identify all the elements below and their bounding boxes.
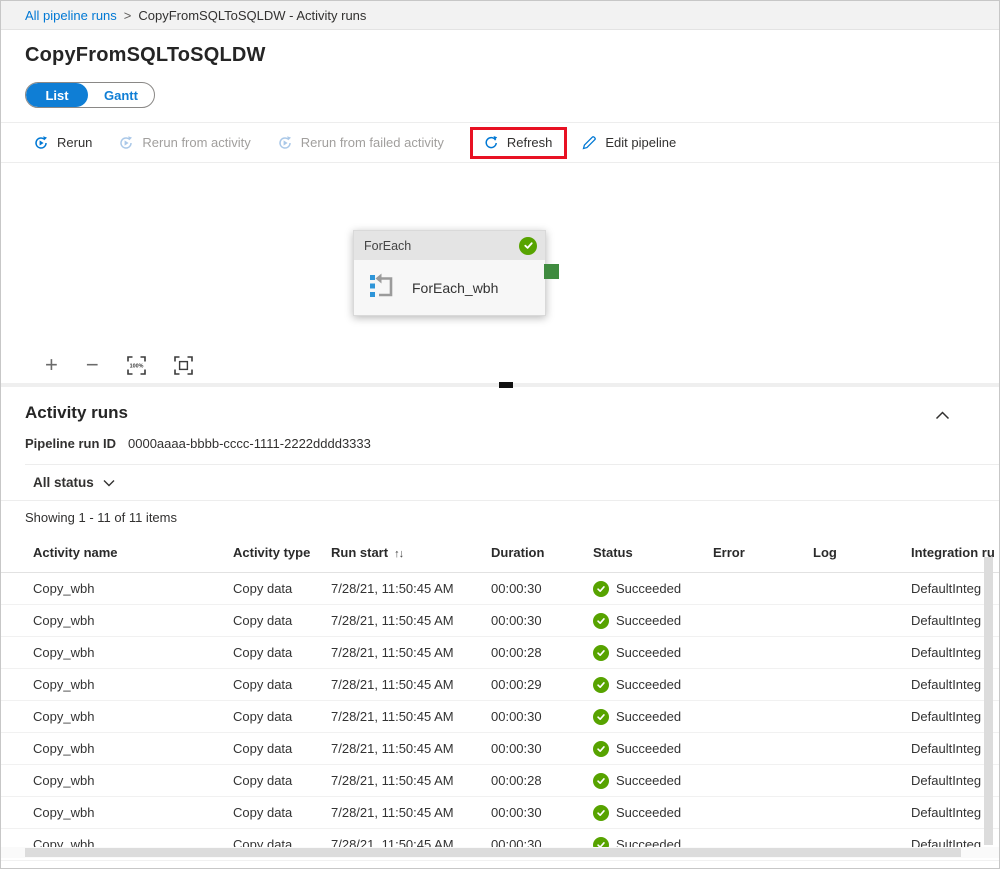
toggle-gantt[interactable]: Gantt (88, 83, 154, 107)
minus-icon: − (86, 354, 99, 376)
node-success-check-icon (519, 237, 537, 255)
zoom-to-fit-icon (174, 356, 193, 375)
breadcrumb-current: CopyFromSQLToSQLDW - Activity runs (138, 8, 366, 23)
succeeded-check-icon (593, 613, 609, 629)
view-toggle: List Gantt (25, 82, 155, 108)
activity-runs-page: All pipeline runs > CopyFromSQLToSQLDW -… (0, 0, 1000, 869)
table-vertical-scrollbar[interactable] (984, 557, 993, 845)
table-row[interactable]: Copy_wbhCopy data7/28/21, 11:50:45 AM00:… (1, 605, 999, 637)
sort-arrows-icon: ↑↓ (394, 548, 403, 560)
table-row[interactable]: Copy_wbhCopy data7/28/21, 11:50:45 AM00:… (1, 797, 999, 829)
rerun-label: Rerun (57, 135, 92, 150)
collapse-section-button[interactable] (935, 407, 950, 425)
table-horizontal-scrollbar-thumb[interactable] (25, 848, 961, 857)
refresh-button[interactable]: Refresh (483, 135, 553, 151)
succeeded-check-icon (593, 677, 609, 693)
edit-pipeline-button[interactable]: Edit pipeline (581, 135, 676, 151)
col-duration: Duration (491, 545, 593, 560)
rerun-from-failed-activity-button[interactable]: Rerun from failed activity (277, 135, 444, 151)
chevron-down-icon (103, 479, 115, 487)
table-row[interactable]: Copy_wbhCopy data7/28/21, 11:50:45 AM00:… (1, 701, 999, 733)
col-activity-name: Activity name (33, 545, 233, 560)
refresh-label: Refresh (507, 135, 553, 150)
foreach-icon (368, 271, 396, 306)
refresh-highlight-box: Refresh (470, 127, 568, 159)
col-activity-type: Activity type (233, 545, 331, 560)
status-filter-label: All status (33, 475, 94, 490)
items-count-text: Showing 1 - 11 of 11 items (1, 501, 999, 533)
zoom-to-fit-button[interactable] (174, 356, 193, 375)
foreach-node-name: ForEach_wbh (412, 280, 498, 296)
pipeline-run-id-value: 0000aaaa-bbbb-cccc-1111-2222dddd3333 (128, 436, 371, 451)
table-row[interactable]: Copy_wbhCopy data7/28/21, 11:50:45 AM00:… (1, 637, 999, 669)
pipeline-canvas: ForEach ForEach_wbh (1, 163, 999, 347)
table-row[interactable]: Copy_wbhCopy data7/28/21, 11:50:45 AM00:… (1, 573, 999, 605)
filter-row: All status (1, 465, 999, 501)
breadcrumb: All pipeline runs > CopyFromSQLToSQLDW -… (1, 1, 999, 30)
zoom-reset-button[interactable]: 100% (127, 356, 146, 375)
breadcrumb-all-pipeline-runs-link[interactable]: All pipeline runs (25, 8, 117, 23)
col-log: Log (813, 545, 911, 560)
succeeded-check-icon (593, 581, 609, 597)
toolbar: Rerun Rerun from activity Rerun from fai… (1, 122, 999, 163)
col-run-start[interactable]: Run start↑↓ (331, 545, 491, 560)
svg-text:100%: 100% (129, 363, 143, 369)
table-header-row: Activity name Activity type Run start↑↓ … (1, 533, 999, 573)
status-filter-dropdown[interactable]: All status (33, 475, 115, 490)
pipeline-run-id-row: Pipeline run ID 0000aaaa-bbbb-cccc-1111-… (25, 436, 999, 451)
rerun-from-activity-label: Rerun from activity (142, 135, 250, 150)
col-error: Error (713, 545, 813, 560)
rerun-from-activity-button[interactable]: Rerun from activity (118, 135, 250, 151)
rerun-from-failed-activity-label: Rerun from failed activity (301, 135, 444, 150)
activity-runs-heading: Activity runs (25, 403, 999, 423)
table-row[interactable]: Copy_wbhCopy data7/28/21, 11:50:45 AM00:… (1, 669, 999, 701)
activity-runs-section-header: Activity runs Pipeline run ID 0000aaaa-b… (1, 387, 999, 465)
foreach-node-header: ForEach (354, 231, 545, 260)
canvas-zoom-controls: + − 100% (1, 347, 999, 383)
succeeded-check-icon (593, 773, 609, 789)
foreach-node-body: ForEach_wbh (354, 260, 545, 316)
page-title: CopyFromSQLToSQLDW (25, 44, 999, 67)
col-status: Status (593, 545, 713, 560)
succeeded-check-icon (593, 709, 609, 725)
edit-pipeline-label: Edit pipeline (605, 135, 676, 150)
zoom-reset-icon: 100% (127, 356, 146, 375)
toggle-list[interactable]: List (26, 83, 88, 107)
zoom-in-button[interactable]: + (45, 354, 58, 376)
node-output-connector (544, 264, 559, 279)
foreach-activity-node[interactable]: ForEach ForEach_wbh (353, 230, 546, 316)
pencil-icon (581, 135, 597, 151)
breadcrumb-separator: > (124, 8, 132, 23)
foreach-node-type-label: ForEach (364, 239, 411, 253)
rerun-from-failed-activity-icon (277, 135, 293, 151)
succeeded-check-icon (593, 741, 609, 757)
refresh-icon (483, 135, 499, 151)
table-row[interactable]: Copy_wbhCopy data7/28/21, 11:50:45 AM00:… (1, 733, 999, 765)
rerun-from-activity-icon (118, 135, 134, 151)
rerun-icon (33, 135, 49, 151)
table-horizontal-scrollbar-track (1, 847, 999, 858)
table-row[interactable]: Copy_wbhCopy data7/28/21, 11:50:45 AM00:… (1, 765, 999, 797)
zoom-out-button[interactable]: − (86, 354, 99, 376)
plus-icon: + (45, 354, 58, 376)
rerun-button[interactable]: Rerun (33, 135, 92, 151)
pipeline-run-id-label: Pipeline run ID (25, 436, 116, 451)
succeeded-check-icon (593, 645, 609, 661)
succeeded-check-icon (593, 805, 609, 821)
title-bar: CopyFromSQLToSQLDW List Gantt (1, 30, 999, 108)
chevron-up-icon (935, 411, 950, 420)
